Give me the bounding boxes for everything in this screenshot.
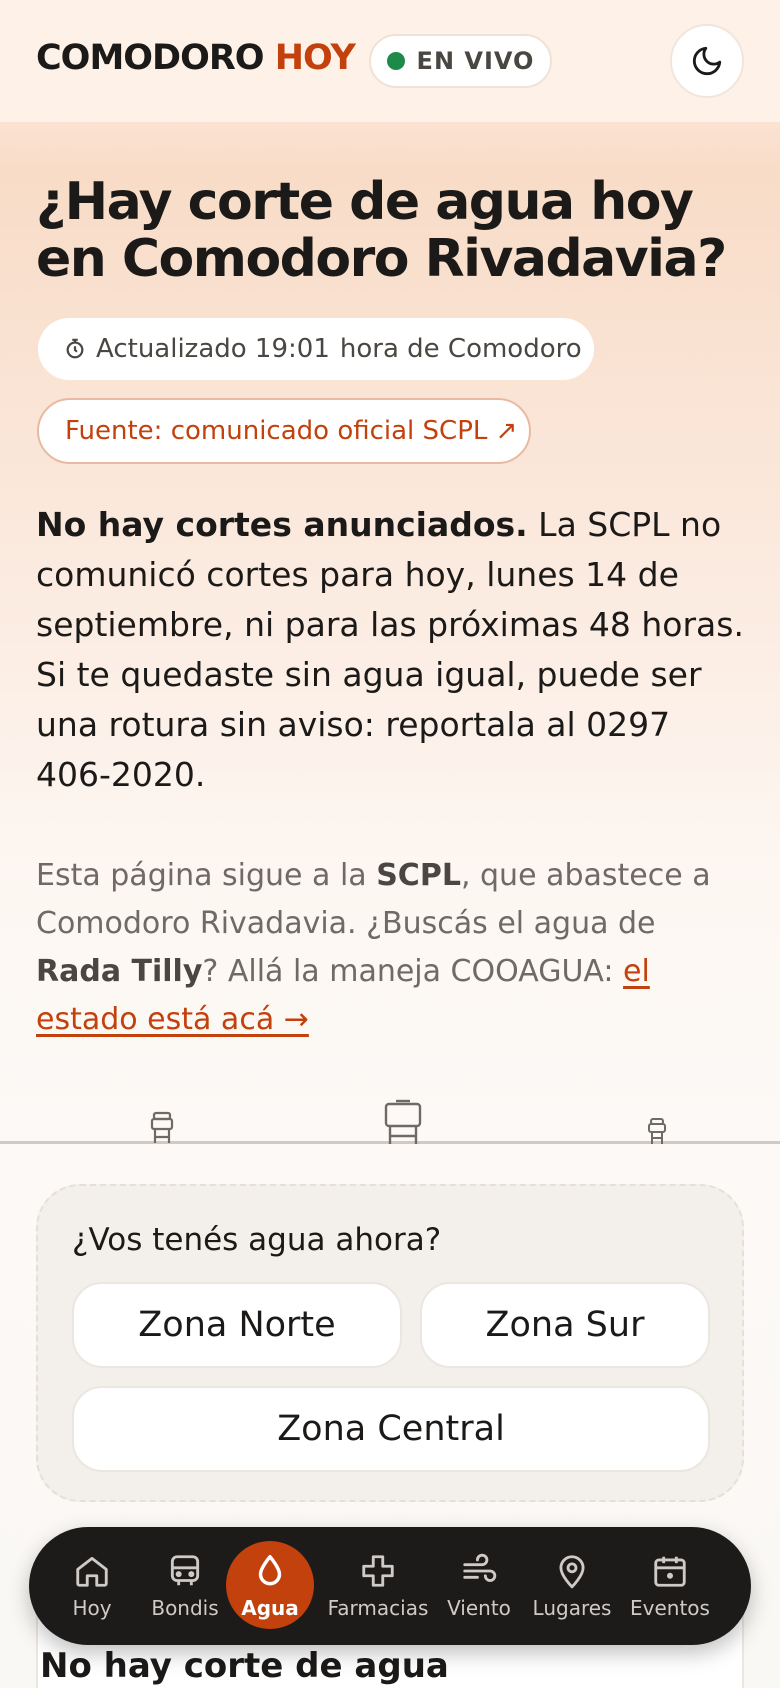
source-link[interactable]: Fuente: comunicado oficial SCPL ↗ (37, 398, 531, 464)
status-card-title: No hay corte de agua (40, 1646, 449, 1686)
bottom-navigation: Hoy Bondis Agua Farmacias Viento Lugares… (29, 1527, 751, 1645)
zone-sur-button[interactable]: Zona Sur (420, 1282, 710, 1368)
wind-icon (463, 1553, 497, 1582)
page-title: ¿Hay corte de agua hoy en Comodoro Rivad… (36, 172, 727, 289)
dark-mode-toggle[interactable] (670, 24, 744, 98)
zone-central-button[interactable]: Zona Central (72, 1386, 710, 1472)
zone-norte-button[interactable]: Zona Norte (72, 1282, 402, 1368)
map-pin-icon (559, 1555, 585, 1589)
survey-question: ¿Vos tenés agua ahora? (72, 1222, 442, 1258)
clock-icon (66, 338, 84, 359)
source-label: Fuente: comunicado oficial SCPL ↗ (65, 416, 518, 446)
water-tank-icon (150, 1111, 174, 1143)
updated-suffix: hora de Comodoro (339, 334, 582, 364)
updated-badge: Actualizado 19:01 hora de Comodoro (38, 318, 594, 380)
nav-item-eventos[interactable]: Eventos (625, 1527, 715, 1645)
nav-item-agua[interactable]: Agua (226, 1527, 314, 1645)
live-badge: EN VIVO (369, 34, 552, 88)
moon-icon (692, 46, 722, 76)
nav-item-farmacias[interactable]: Farmacias (325, 1527, 431, 1645)
water-survey-card: ¿Vos tenés agua ahora? Zona Norte Zona S… (36, 1184, 744, 1502)
nav-item-viento[interactable]: Viento (439, 1527, 519, 1645)
nav-item-lugares[interactable]: Lugares (527, 1527, 617, 1645)
bus-icon (170, 1555, 200, 1586)
home-icon (76, 1556, 108, 1587)
live-dot-icon (386, 52, 405, 70)
nav-item-bondis[interactable]: Bondis (139, 1527, 231, 1645)
status-body: La SCPL no comunicó cortes para hoy, lun… (36, 505, 744, 794)
pharmacy-cross-icon (362, 1555, 394, 1587)
logo-accent: HOY (274, 38, 356, 78)
water-drop-icon (258, 1555, 282, 1586)
top-header: COMODORO HOY EN VIVO (0, 0, 780, 122)
site-logo[interactable]: COMODORO HOY (36, 38, 356, 78)
info-paragraph: Esta página sigue a la SCPL, que abastec… (36, 858, 711, 1037)
live-label: EN VIVO (416, 47, 535, 75)
status-headline: No hay cortes anunciados. (36, 505, 528, 544)
water-tank-icon (648, 1118, 666, 1144)
nav-item-hoy[interactable]: Hoy (51, 1527, 133, 1645)
calendar-icon (654, 1556, 686, 1587)
water-tank-icon (384, 1099, 422, 1144)
updated-time: Actualizado 19:01 (96, 334, 330, 364)
status-message: No hay cortes anunciados. La SCPL no com… (36, 500, 748, 800)
logo-main: COMODORO (36, 38, 265, 78)
